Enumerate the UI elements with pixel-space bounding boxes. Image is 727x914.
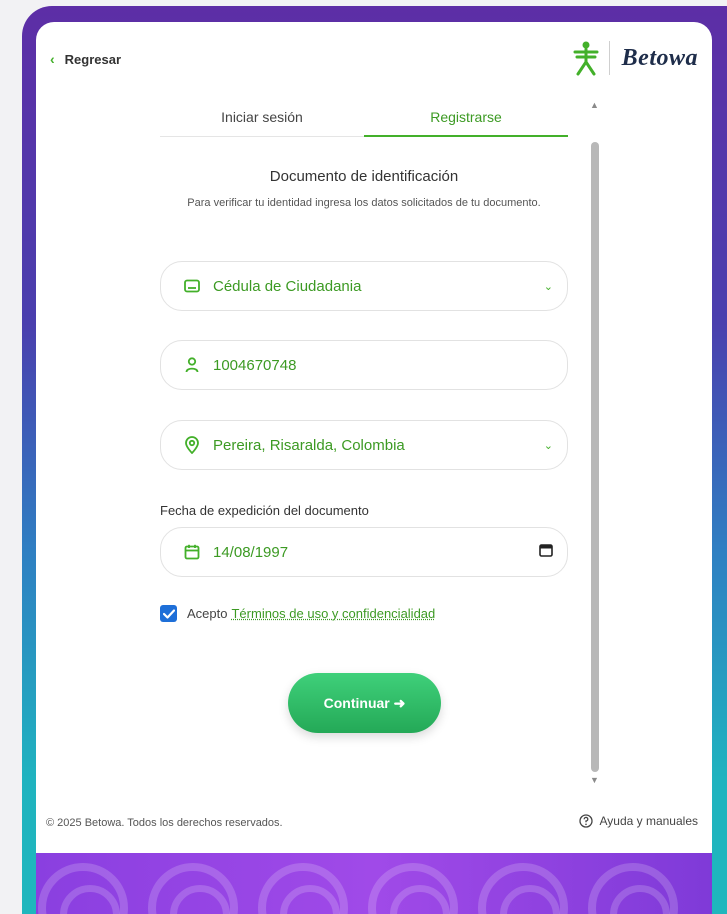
date-value: 14/08/1997 (213, 543, 289, 561)
map-pin-icon (183, 436, 201, 454)
swirl-decoration (38, 863, 128, 914)
document-type-value: Cédula de Ciudadania (213, 277, 362, 295)
chevron-left-icon: ‹ (50, 51, 55, 67)
id-card-icon (183, 277, 201, 295)
back-label: Regresar (64, 51, 122, 67)
date-label: Fecha de expedición del documento (160, 503, 369, 518)
terms-link[interactable]: Términos de uso y confidencialidad (231, 606, 435, 621)
section-description: Para verificar tu identidad ingresa los … (187, 197, 541, 209)
tab-login[interactable]: Iniciar sesión (160, 97, 364, 136)
help-label: Ayuda y manuales (599, 814, 698, 828)
footer-copyright: © 2025 Betowa. Todos los derechos reserv… (46, 817, 283, 829)
terms-consent: Acepto Términos de uso y confidencialida… (160, 605, 435, 622)
help-link[interactable]: Ayuda y manuales (579, 814, 698, 828)
swirl-decoration (148, 863, 238, 914)
swirl-decoration (478, 863, 568, 914)
scrollbar-thumb[interactable] (591, 142, 599, 772)
chevron-down-icon: ⌄ (543, 439, 553, 452)
auth-tabs: Iniciar sesión Registrarse (160, 97, 568, 137)
calendar-icon (183, 543, 201, 561)
back-button[interactable]: ‹ Regresar (50, 51, 121, 67)
calendar-picker-icon[interactable] (539, 543, 553, 561)
section-title: Documento de identificación (269, 168, 459, 185)
document-number-value: 1004670748 (213, 356, 297, 374)
expedition-date-input[interactable]: 14/08/1997 (160, 527, 568, 577)
brand-divider (608, 41, 610, 75)
location-value: Pereira, Risaralda, Colombia (213, 436, 405, 454)
document-type-select[interactable]: Cédula de Ciudadania ⌄ (160, 261, 568, 311)
brand-logo: Betowa (571, 40, 698, 76)
register-card: ‹ Regresar Betowa ▲ ▼ Iniciar sesión Reg… (36, 22, 712, 857)
scroll-up-icon[interactable]: ▲ (590, 100, 599, 110)
swirl-decoration (368, 863, 458, 914)
chevron-down-icon: ⌄ (543, 280, 553, 293)
location-select[interactable]: Pereira, Risaralda, Colombia ⌄ (160, 420, 568, 470)
user-icon (183, 356, 201, 374)
scroll-down-icon[interactable]: ▼ (590, 775, 599, 785)
checkmark-icon (162, 608, 175, 619)
swirl-decoration (258, 863, 348, 914)
sena-logo-icon (573, 41, 599, 76)
consent-prefix: Acepto (187, 606, 228, 621)
help-circle-icon (579, 814, 594, 828)
terms-checkbox[interactable] (160, 605, 177, 622)
document-number-input[interactable]: 1004670748 (160, 340, 568, 390)
brand-name: Betowa (621, 44, 698, 71)
decorative-footer-band (36, 853, 712, 914)
continue-button[interactable]: Continuar ➜ (288, 673, 441, 733)
swirl-decoration (588, 863, 678, 914)
tab-register[interactable]: Registrarse (364, 97, 568, 137)
